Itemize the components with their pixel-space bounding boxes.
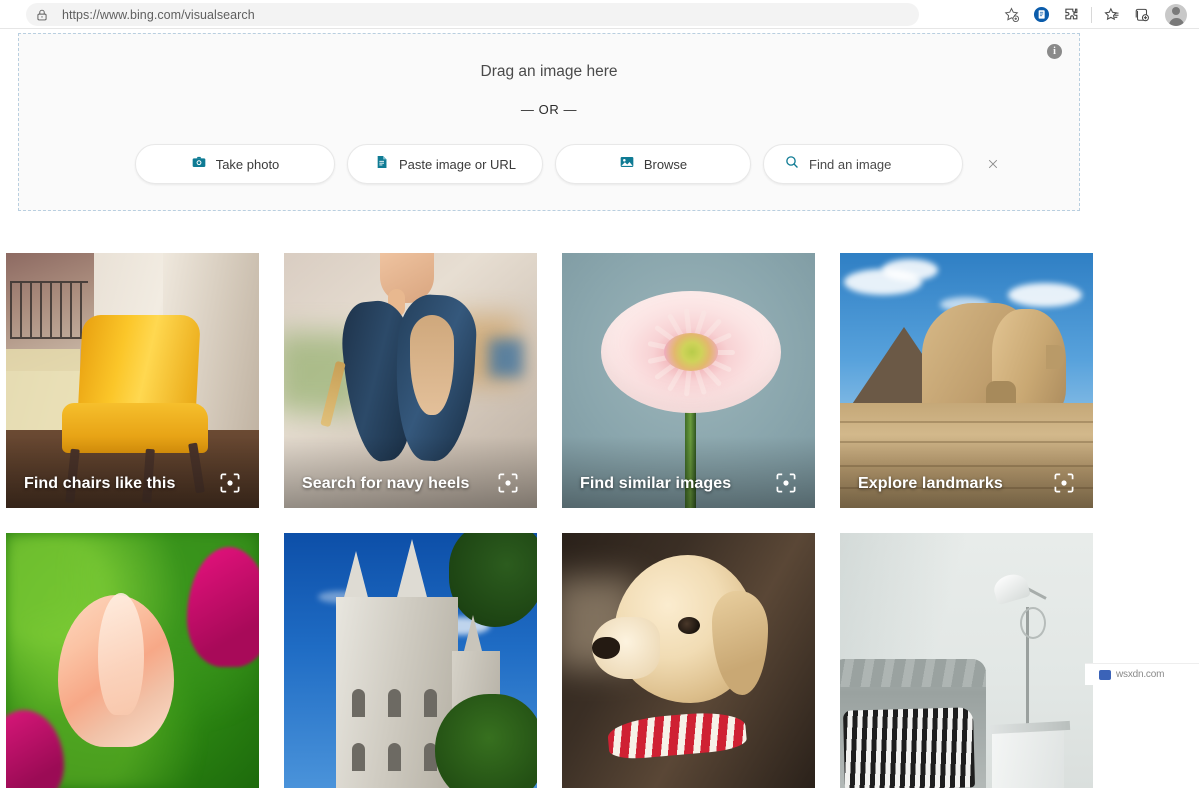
url-text: https://www.bing.com/visualsearch bbox=[62, 8, 255, 22]
visual-search-viewfinder-icon[interactable] bbox=[1052, 471, 1076, 495]
dropzone-title: Drag an image here bbox=[19, 63, 1079, 81]
watermark-logo-icon bbox=[1099, 670, 1111, 680]
temple-photo bbox=[284, 533, 537, 788]
profile-avatar-icon[interactable] bbox=[1165, 4, 1187, 26]
tile-temple[interactable] bbox=[284, 533, 537, 788]
search-input[interactable] bbox=[809, 157, 985, 172]
visual-search-viewfinder-icon[interactable] bbox=[496, 471, 520, 495]
tile-landmarks[interactable]: Explore landmarks bbox=[840, 253, 1093, 508]
watermark: wsxdn.com bbox=[1085, 663, 1199, 685]
tile-caption: Search for navy heels bbox=[302, 475, 470, 493]
tile-room[interactable] bbox=[840, 533, 1093, 788]
sphinx-photo bbox=[840, 253, 1093, 508]
take-photo-label: Take photo bbox=[216, 157, 280, 172]
visual-search-viewfinder-icon[interactable] bbox=[218, 471, 242, 495]
toolbar-divider bbox=[1091, 7, 1092, 23]
add-favorite-star-icon[interactable] bbox=[996, 2, 1026, 28]
browse-label: Browse bbox=[644, 157, 687, 172]
image-dropzone[interactable]: i Drag an image here — OR — Take photo bbox=[18, 33, 1080, 211]
heels-photo bbox=[284, 253, 537, 508]
chair-photo bbox=[6, 253, 259, 508]
or-divider: — OR — bbox=[19, 102, 1079, 117]
flower-photo bbox=[562, 253, 815, 508]
tile-caption: Find similar images bbox=[580, 475, 731, 493]
document-paste-icon bbox=[374, 154, 390, 175]
puppy-photo bbox=[562, 533, 815, 788]
find-an-image-search[interactable] bbox=[763, 144, 963, 184]
dropzone-actions: Take photo Paste image or URL Browse bbox=[19, 144, 1079, 184]
tile-chairs[interactable]: Find chairs like this bbox=[6, 253, 259, 508]
browser-toolbar: https://www.bing.com/visualsearch bbox=[0, 0, 1199, 29]
extensions-puzzle-icon[interactable] bbox=[1056, 2, 1086, 28]
new-tab-collection-icon[interactable] bbox=[1127, 2, 1157, 28]
tile-puppy[interactable] bbox=[562, 533, 815, 788]
paste-image-or-url-button[interactable]: Paste image or URL bbox=[347, 144, 543, 184]
room-photo bbox=[840, 533, 1093, 788]
watermark-text: wsxdn.com bbox=[1116, 669, 1164, 680]
address-bar[interactable]: https://www.bing.com/visualsearch bbox=[26, 3, 919, 26]
favorites-star-list-icon[interactable] bbox=[1097, 2, 1127, 28]
close-x-icon[interactable] bbox=[985, 156, 1001, 172]
tile-tulips[interactable] bbox=[6, 533, 259, 788]
visual-search-viewfinder-icon[interactable] bbox=[774, 471, 798, 495]
paste-image-or-url-label: Paste image or URL bbox=[399, 157, 516, 172]
info-icon[interactable]: i bbox=[1047, 44, 1062, 59]
browse-button[interactable]: Browse bbox=[555, 144, 751, 184]
lock-icon[interactable] bbox=[35, 8, 49, 22]
search-icon bbox=[784, 154, 800, 175]
tile-heels[interactable]: Search for navy heels bbox=[284, 253, 537, 508]
browser-toolbar-icons bbox=[996, 0, 1191, 29]
tulips-photo bbox=[6, 533, 259, 788]
picture-icon bbox=[619, 154, 635, 175]
collections-document-icon[interactable] bbox=[1026, 2, 1056, 28]
tile-flower[interactable]: Find similar images bbox=[562, 253, 815, 508]
take-photo-button[interactable]: Take photo bbox=[135, 144, 335, 184]
camera-icon bbox=[191, 154, 207, 175]
tile-caption: Explore landmarks bbox=[858, 475, 1003, 493]
tile-caption: Find chairs like this bbox=[24, 475, 175, 493]
suggestion-grid: Find chairs like this Search for navy he… bbox=[6, 253, 1193, 788]
